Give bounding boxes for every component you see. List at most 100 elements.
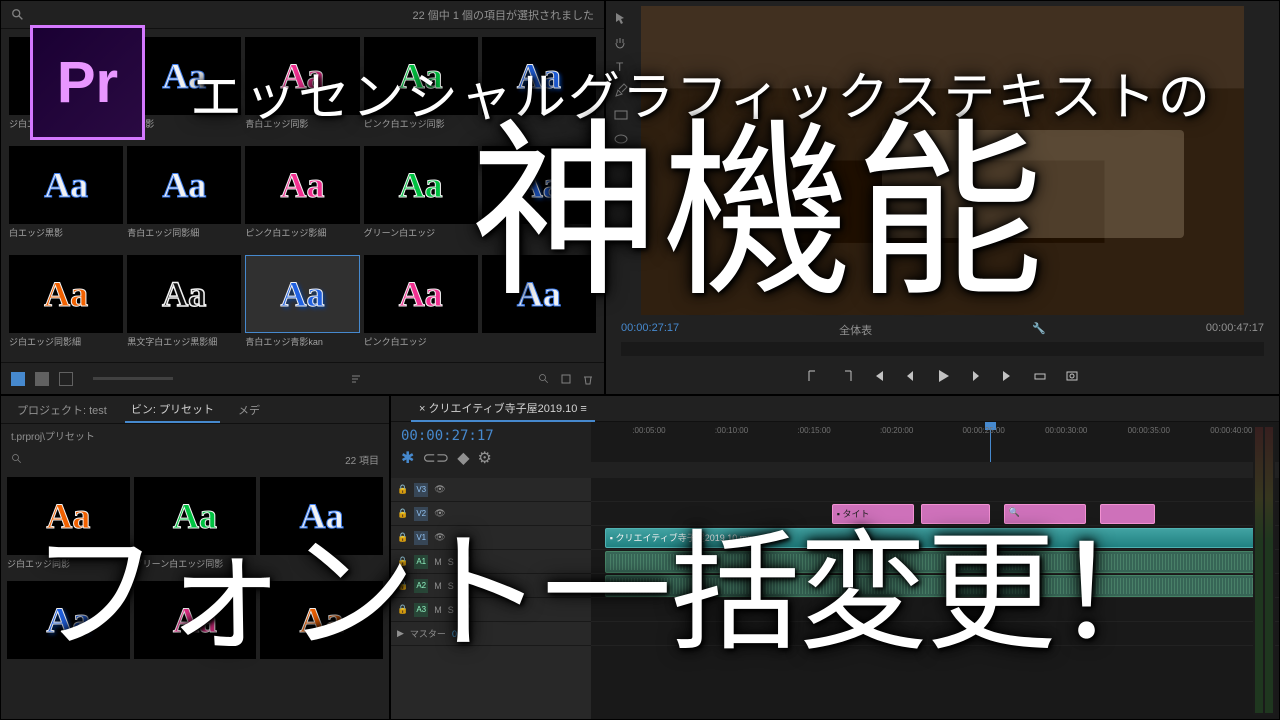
settings-icon[interactable]: ⚙ xyxy=(478,448,492,468)
sequence-tab[interactable]: × クリエイティブ寺子屋2019.10 ≡ xyxy=(411,396,595,422)
graphics-clip[interactable] xyxy=(921,504,990,524)
type-tool-icon[interactable]: T xyxy=(613,59,629,75)
track-v1-header[interactable]: 🔒V1👁 xyxy=(391,526,591,550)
ellipse-tool-icon[interactable] xyxy=(613,131,629,147)
project-grid: Aaジ白エッジ同影Aaグリーン白エッジ同影AaAaAaAa xyxy=(1,471,389,719)
ruler-tick: 00:00:40:00 xyxy=(1210,426,1252,435)
preset-item[interactable]: Aa xyxy=(260,477,383,577)
project-panel: プロジェクト: test ビン: プリセット メデ t.prproj\プリセット… xyxy=(0,395,390,720)
preset-item[interactable]: Aaグリーン白エッジ xyxy=(364,146,478,251)
search-icon[interactable] xyxy=(538,373,550,385)
linked-selection-icon[interactable]: ⊂⊃ xyxy=(422,448,449,468)
preset-label: 青白エッジ青影kan xyxy=(245,335,359,348)
track-v3-header[interactable]: 🔒V3👁 xyxy=(391,478,591,502)
wrench-icon[interactable]: 🔧 xyxy=(1032,322,1046,338)
go-to-out-icon[interactable] xyxy=(1001,369,1015,383)
graphics-clip[interactable]: ▪ タイト xyxy=(832,504,915,524)
preset-label: 青白エッジ同影細 xyxy=(127,226,241,239)
timeline-ruler[interactable]: :00:05:00:00:10:00:00:15:00:00:20:0000:0… xyxy=(591,422,1279,462)
preset-item[interactable]: Aa xyxy=(482,146,596,251)
lift-icon[interactable] xyxy=(1033,369,1047,383)
step-back-icon[interactable] xyxy=(903,369,917,383)
audio-clip[interactable] xyxy=(605,575,1259,597)
zoom-slider[interactable] xyxy=(93,377,173,380)
audio-meters xyxy=(1253,425,1275,715)
preset-item[interactable]: Aaジ白エッジ同影細 xyxy=(9,255,123,360)
preset-item[interactable]: Aa青白エッジ青影kan xyxy=(245,255,359,360)
program-scrubber[interactable] xyxy=(621,342,1264,356)
preset-item[interactable]: Aa xyxy=(260,581,383,681)
monitor-toolbar: T xyxy=(608,5,633,153)
track-a3-header[interactable]: 🔒A3MS🎤 xyxy=(391,598,591,622)
sort-icon[interactable] xyxy=(350,373,362,385)
new-item-icon[interactable] xyxy=(560,373,572,385)
snap-icon[interactable]: ✱ xyxy=(401,448,414,468)
ruler-tick: :00:20:00 xyxy=(880,426,913,435)
icon-view-icon[interactable] xyxy=(35,372,49,386)
marker-icon[interactable]: ◆ xyxy=(457,448,469,468)
preset-item[interactable]: Aa黒文字白エッジ黒影細 xyxy=(127,255,241,360)
ruler-tick: :00:15:00 xyxy=(797,426,830,435)
track-a2-header[interactable]: 🔒A2MS🎤 xyxy=(391,574,591,598)
list-view-icon[interactable] xyxy=(11,372,25,386)
program-timecode[interactable]: 00:00:27:17 xyxy=(621,322,679,338)
ruler-tick: 00:00:35:00 xyxy=(1128,426,1170,435)
ruler-tick: 00:00:25:00 xyxy=(963,426,1005,435)
preset-label: 青白エッジ同影 xyxy=(245,117,359,130)
timeline-timecode[interactable]: 00:00:27:17 xyxy=(401,428,581,444)
preset-label: 白エッジ黒影 xyxy=(9,226,123,239)
tab-media[interactable]: メデ xyxy=(232,398,266,422)
pen-tool-icon[interactable] xyxy=(613,83,629,99)
track-master-header[interactable]: ▶マスター0.0 xyxy=(391,622,591,646)
graphics-clip[interactable]: 🔍 xyxy=(1004,504,1087,524)
preset-item[interactable]: Aa xyxy=(482,255,596,360)
video-clip[interactable]: ▪ クリエイティブ寺子屋2019.10.mp xyxy=(605,528,1259,548)
preset-item[interactable]: Aaピンク白エッジ同影 xyxy=(364,37,478,142)
video-preview[interactable] xyxy=(641,6,1244,315)
svg-text:T: T xyxy=(616,60,624,74)
step-forward-icon[interactable] xyxy=(969,369,983,383)
trash-icon[interactable] xyxy=(582,373,594,385)
fit-dropdown[interactable]: 全体表 xyxy=(839,322,872,338)
search-icon[interactable] xyxy=(11,453,23,465)
rectangle-tool-icon[interactable] xyxy=(613,107,629,123)
preset-item[interactable]: Aa xyxy=(134,581,257,681)
preset-item[interactable]: Aa青白エッジ同影細 xyxy=(127,146,241,251)
preset-item[interactable]: Aaピンク白エッジ xyxy=(364,255,478,360)
preset-item[interactable]: Aa白エッジ黒影 xyxy=(9,146,123,251)
tab-project[interactable]: プロジェクト: test xyxy=(11,398,113,422)
audio-clip[interactable] xyxy=(605,551,1259,573)
freeform-view-icon[interactable] xyxy=(59,372,73,386)
track-v2-header[interactable]: 🔒V2👁 xyxy=(391,502,591,526)
selection-status: 22 個中 1 個の項目が選択されました xyxy=(412,7,594,23)
ruler-tick: 00:00:30:00 xyxy=(1045,426,1087,435)
preset-item[interactable]: Aaピンク白エッジ影細 xyxy=(245,146,359,251)
preset-label: グリーン白エッジ同影 xyxy=(134,557,257,570)
play-button[interactable] xyxy=(935,368,951,384)
preset-item[interactable]: Aa青白エッジ同影 xyxy=(245,37,359,142)
track-a1-header[interactable]: 🔒A1MS🎤 xyxy=(391,550,591,574)
preset-label: ピンク白エッジ xyxy=(364,335,478,348)
preset-item[interactable]: Aa xyxy=(482,37,596,142)
selection-tool-icon[interactable] xyxy=(613,11,629,27)
mark-in-icon[interactable] xyxy=(807,369,821,383)
preset-item[interactable]: Aa xyxy=(7,581,130,681)
premiere-pro-icon: Pr xyxy=(30,25,145,140)
preset-item[interactable]: Aaグリーン白エッジ同影 xyxy=(134,477,257,577)
search-icon[interactable] xyxy=(11,8,25,22)
preset-label: ピンク白エッジ同影 xyxy=(364,117,478,130)
project-breadcrumb[interactable]: t.prproj\プリセット xyxy=(1,424,389,447)
preset-label: ジ白エッジ同影細 xyxy=(9,335,123,348)
graphics-clip[interactable] xyxy=(1100,504,1155,524)
preset-label: ピンク白エッジ影細 xyxy=(245,226,359,239)
export-frame-icon[interactable] xyxy=(1065,369,1079,383)
track-content[interactable]: ▪ タイト 🔍 ▪ クリエイティブ寺子屋2019.10.mp xyxy=(591,478,1279,719)
preset-item[interactable]: Aaジ白エッジ同影 xyxy=(7,477,130,577)
timeline-panel: × クリエイティブ寺子屋2019.10 ≡ 00:00:27:17 ✱ ⊂⊃ ◆… xyxy=(390,395,1280,720)
ruler-tick: :00:10:00 xyxy=(715,426,748,435)
mark-out-icon[interactable] xyxy=(839,369,853,383)
transport-controls xyxy=(606,358,1279,394)
go-to-in-icon[interactable] xyxy=(871,369,885,383)
hand-tool-icon[interactable] xyxy=(613,35,629,51)
tab-bin[interactable]: ビン: プリセット xyxy=(125,397,220,423)
